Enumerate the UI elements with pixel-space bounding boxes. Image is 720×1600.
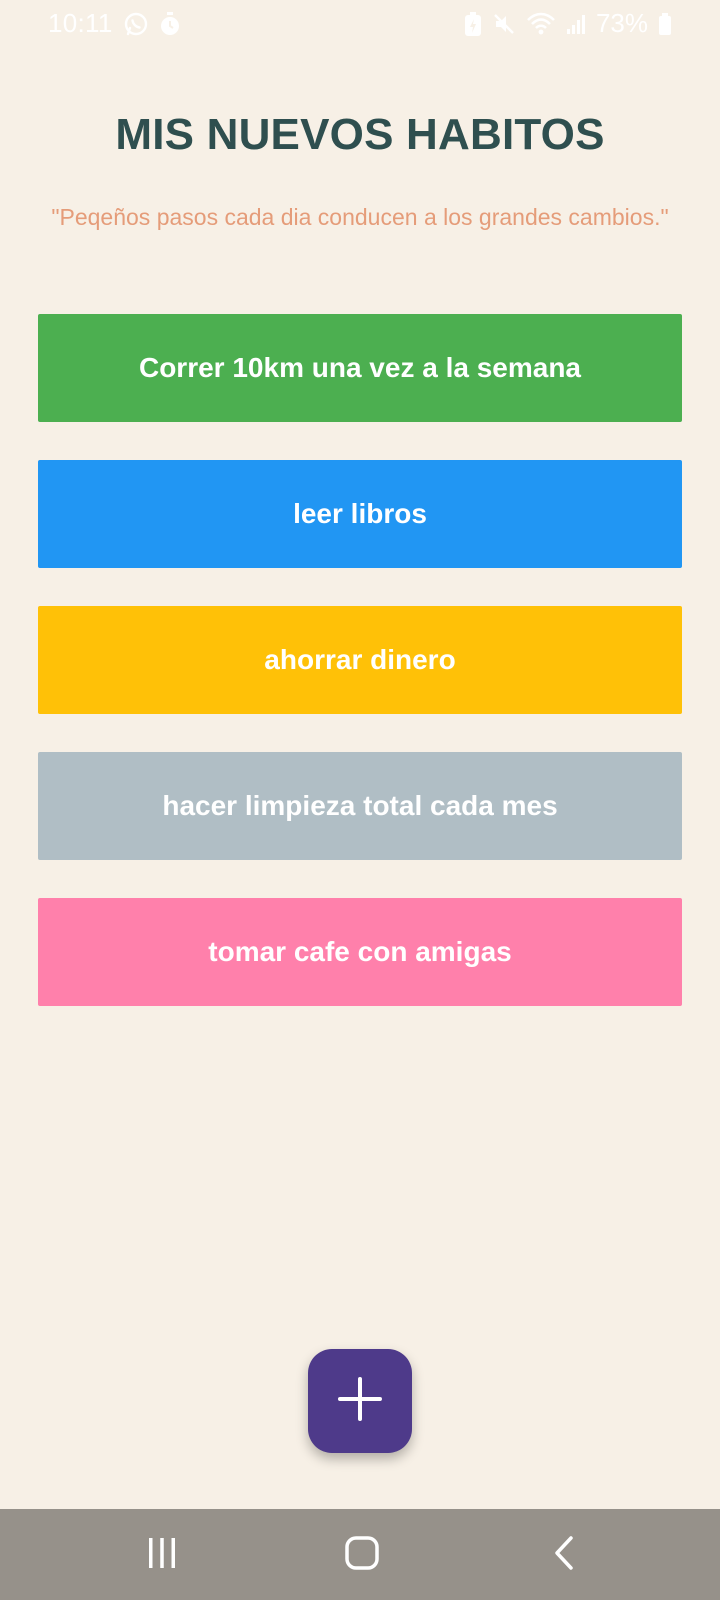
recent-apps-icon [145,1536,179,1575]
signal-icon [566,13,586,35]
wifi-icon [526,12,556,36]
timer-icon [159,11,181,36]
habit-item[interactable]: leer libros [38,460,682,568]
back-icon [549,1535,579,1576]
add-habit-button[interactable] [308,1349,412,1453]
status-left: 10:11 [48,8,181,39]
plus-icon [336,1375,384,1428]
habit-label: hacer limpieza total cada mes [162,790,558,821]
habit-label: Correr 10km una vez a la semana [138,352,581,383]
habit-label: leer libros [293,498,427,529]
whatsapp-icon [123,11,149,37]
habit-item[interactable]: tomar cafe con amigas [38,898,682,1006]
status-bar: 10:11 73% [0,0,720,54]
mute-icon [492,12,516,36]
habit-label: tomar cafe con amigas [208,936,512,967]
habit-item[interactable]: Correr 10km una vez a la semana [38,314,682,422]
habit-item[interactable]: hacer limpieza total cada mes [38,752,682,860]
battery-saver-icon [464,11,482,37]
habit-list: Correr 10km una vez a la semana leer lib… [38,314,682,1006]
recent-apps-button[interactable] [138,1531,186,1579]
status-right: 73% [464,8,672,39]
battery-percentage: 73% [595,8,648,38]
home-icon [344,1535,380,1576]
habit-item[interactable]: ahorrar dinero [38,606,682,714]
home-button[interactable] [338,1531,386,1579]
page-title: MIS NUEVOS HABITOS [115,110,605,159]
battery-icon [658,12,672,36]
habit-label: ahorrar dinero [264,644,456,675]
navigation-bar [0,1509,720,1600]
motivational-quote: "Peqeños pasos cada dia conducen a los g… [51,204,669,230]
status-time: 10:11 [48,8,113,38]
back-button[interactable] [540,1531,588,1579]
